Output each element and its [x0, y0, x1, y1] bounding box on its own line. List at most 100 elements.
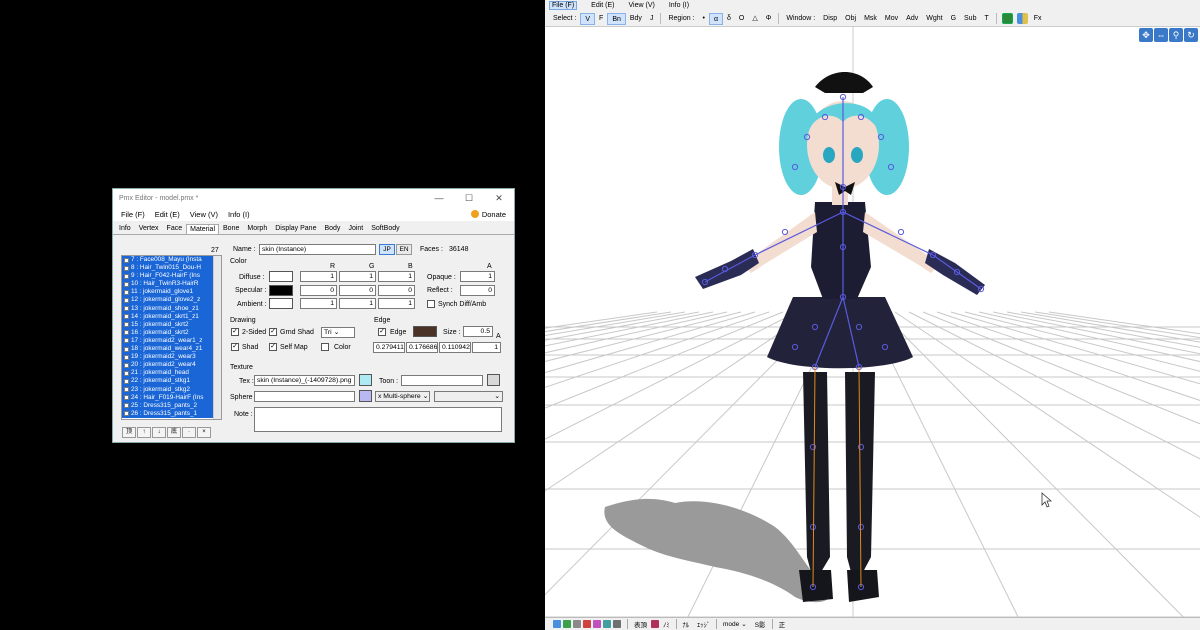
- move-down-button[interactable]: ↓: [152, 427, 166, 438]
- material-list-scrollbar[interactable]: [213, 256, 221, 419]
- status-face-display[interactable]: 表頂: [630, 619, 651, 629]
- synch-checkbox[interactable]: [427, 300, 435, 308]
- material-list-item[interactable]: 12 : jokermaid_glove2_z: [122, 296, 213, 305]
- shad-checkbox[interactable]: ✓: [231, 343, 239, 351]
- material-list-item[interactable]: 23 : jokermaid_stkg2: [122, 385, 213, 394]
- status-normal[interactable]: ﾅﾙ: [679, 619, 694, 629]
- region-triangle-button[interactable]: △: [748, 13, 761, 25]
- viewer-menu-view[interactable]: View (V): [629, 2, 655, 9]
- grnd-shad-checkbox[interactable]: ✓: [269, 328, 277, 336]
- select-joint-button[interactable]: J: [646, 13, 658, 25]
- material-list-item[interactable]: 10 : Hair_TwinR3-HairR: [122, 280, 213, 289]
- move-up-button[interactable]: ↑: [137, 427, 151, 438]
- material-list-item[interactable]: 14 : jokermaid_skrt1_z1: [122, 312, 213, 321]
- material-visible-checkbox[interactable]: [124, 306, 129, 312]
- edge-size-input[interactable]: 0.5: [463, 326, 493, 337]
- material-visible-checkbox[interactable]: [124, 265, 129, 271]
- material-list-item[interactable]: 18 : jokermaid_wear4_z1: [122, 345, 213, 354]
- name-input[interactable]: skin (Instance): [259, 244, 376, 255]
- diffuse-swatch[interactable]: [269, 271, 293, 282]
- material-list-item[interactable]: 20 : jokermaid2_wear4: [122, 361, 213, 370]
- status-icon-shape[interactable]: [593, 620, 601, 628]
- material-visible-checkbox[interactable]: [124, 322, 129, 328]
- select-bone-button[interactable]: Bn: [607, 12, 626, 25]
- material-visible-checkbox[interactable]: [124, 411, 129, 417]
- material-list-item[interactable]: 24 : Hair_F019-HairF (Ins: [122, 393, 213, 402]
- move-bottom-button[interactable]: 底: [167, 427, 181, 438]
- note-textarea[interactable]: [254, 407, 502, 432]
- window-disp-button[interactable]: Disp: [819, 13, 841, 25]
- specular-swatch[interactable]: [269, 285, 293, 296]
- sphere-mode-select[interactable]: x Multi-sphere ⌄: [375, 391, 430, 402]
- window-wght-button[interactable]: Wght: [922, 13, 946, 25]
- material-visible-checkbox[interactable]: [124, 370, 129, 376]
- globe-icon[interactable]: [1001, 13, 1013, 24]
- window-titlebar[interactable]: Pmx Editor - model.pmx * — ☐ ✕: [113, 189, 514, 207]
- jp-button[interactable]: JP: [379, 244, 395, 255]
- status-color-icon[interactable]: [651, 620, 659, 628]
- material-list-item[interactable]: 19 : jokermaid2_wear3: [122, 353, 213, 362]
- toon-preview[interactable]: [487, 374, 500, 386]
- opaque-input[interactable]: 1: [460, 271, 495, 282]
- move-top-button[interactable]: 顶: [122, 427, 136, 438]
- edge-a-input[interactable]: 1: [472, 342, 501, 353]
- edge-r-input[interactable]: 0.279411: [373, 342, 405, 353]
- material-visible-checkbox[interactable]: [124, 378, 129, 384]
- material-list-item[interactable]: 21 : jokermaid_head: [122, 369, 213, 378]
- tab-info[interactable]: Info: [115, 223, 135, 234]
- region-point-button[interactable]: •: [699, 13, 709, 25]
- fx-button[interactable]: Fx: [1030, 13, 1046, 25]
- tab-bone[interactable]: Bone: [219, 223, 243, 234]
- tab-vertex[interactable]: Vertex: [135, 223, 163, 234]
- material-list-item[interactable]: 15 : jokermaid_skrt2: [122, 320, 213, 329]
- status-icon-view[interactable]: [553, 620, 561, 628]
- status-icon-light[interactable]: [563, 620, 571, 628]
- donate-button[interactable]: Donate: [470, 210, 506, 219]
- reflect-input[interactable]: 0: [460, 285, 495, 296]
- viewer-menu-file[interactable]: File (F): [549, 1, 578, 10]
- material-visible-checkbox[interactable]: [124, 289, 129, 295]
- delete-button[interactable]: ×: [197, 427, 211, 438]
- material-list-item[interactable]: 17 : jokermaid2_wear1_z: [122, 336, 213, 346]
- two-sided-checkbox[interactable]: ✓: [231, 328, 239, 336]
- select-vertex-button[interactable]: V: [580, 12, 596, 25]
- status-icon-wire[interactable]: [603, 620, 611, 628]
- tab-morph[interactable]: Morph: [243, 223, 271, 234]
- diffuse-g[interactable]: 1: [339, 271, 376, 282]
- tex-input[interactable]: skin (Instance)_(-1409728).png: [254, 375, 355, 386]
- status-edge[interactable]: ｴｯｼﾞ: [693, 619, 714, 629]
- tri-select[interactable]: Tri ⌄: [321, 327, 355, 338]
- material-visible-checkbox[interactable]: [124, 338, 129, 344]
- window-adv-button[interactable]: Adv: [902, 13, 922, 25]
- tab-face[interactable]: Face: [163, 223, 187, 234]
- tab-display-pane[interactable]: Display Pane: [271, 223, 320, 234]
- material-visible-checkbox[interactable]: [124, 346, 129, 352]
- window-t-button[interactable]: T: [980, 13, 992, 25]
- material-visible-checkbox[interactable]: [124, 330, 129, 336]
- edge-b-input[interactable]: 0.110942: [439, 342, 471, 353]
- material-visible-checkbox[interactable]: [124, 362, 129, 368]
- status-nomi[interactable]: ﾉﾐ: [659, 619, 674, 629]
- status-shadow[interactable]: S影: [751, 619, 770, 629]
- window-msk-button[interactable]: Msk: [860, 13, 881, 25]
- material-visible-checkbox[interactable]: [124, 395, 129, 401]
- viewer-menu-info[interactable]: Info (I): [669, 2, 689, 9]
- material-list-item[interactable]: 7 : Face008_Mayu (Insta: [122, 256, 213, 265]
- menu-edit[interactable]: Edit (E): [155, 210, 180, 219]
- ambient-r[interactable]: 1: [300, 298, 337, 309]
- 3d-viewport[interactable]: [545, 27, 1200, 617]
- viewer-menu-edit[interactable]: Edit (E): [591, 2, 614, 9]
- material-visible-checkbox[interactable]: [124, 314, 129, 320]
- material-visible-checkbox[interactable]: [124, 273, 129, 279]
- status-front[interactable]: 正: [775, 619, 790, 629]
- material-list-item[interactable]: 13 : jokermaid_shoe_z1: [122, 304, 213, 313]
- edge-checkbox[interactable]: ✓: [378, 328, 386, 336]
- toon-input[interactable]: [401, 375, 483, 386]
- close-button[interactable]: ✕: [484, 193, 514, 204]
- menu-info[interactable]: Info (I): [228, 210, 250, 219]
- material-list-item[interactable]: 26 : Dress315_pants_1: [122, 409, 213, 418]
- material-list-item[interactable]: 8 : Hair_Twin015_Dou-H: [122, 264, 213, 273]
- diffuse-b[interactable]: 1: [378, 271, 415, 282]
- en-button[interactable]: EN: [396, 244, 412, 255]
- add-button[interactable]: ·: [182, 427, 196, 438]
